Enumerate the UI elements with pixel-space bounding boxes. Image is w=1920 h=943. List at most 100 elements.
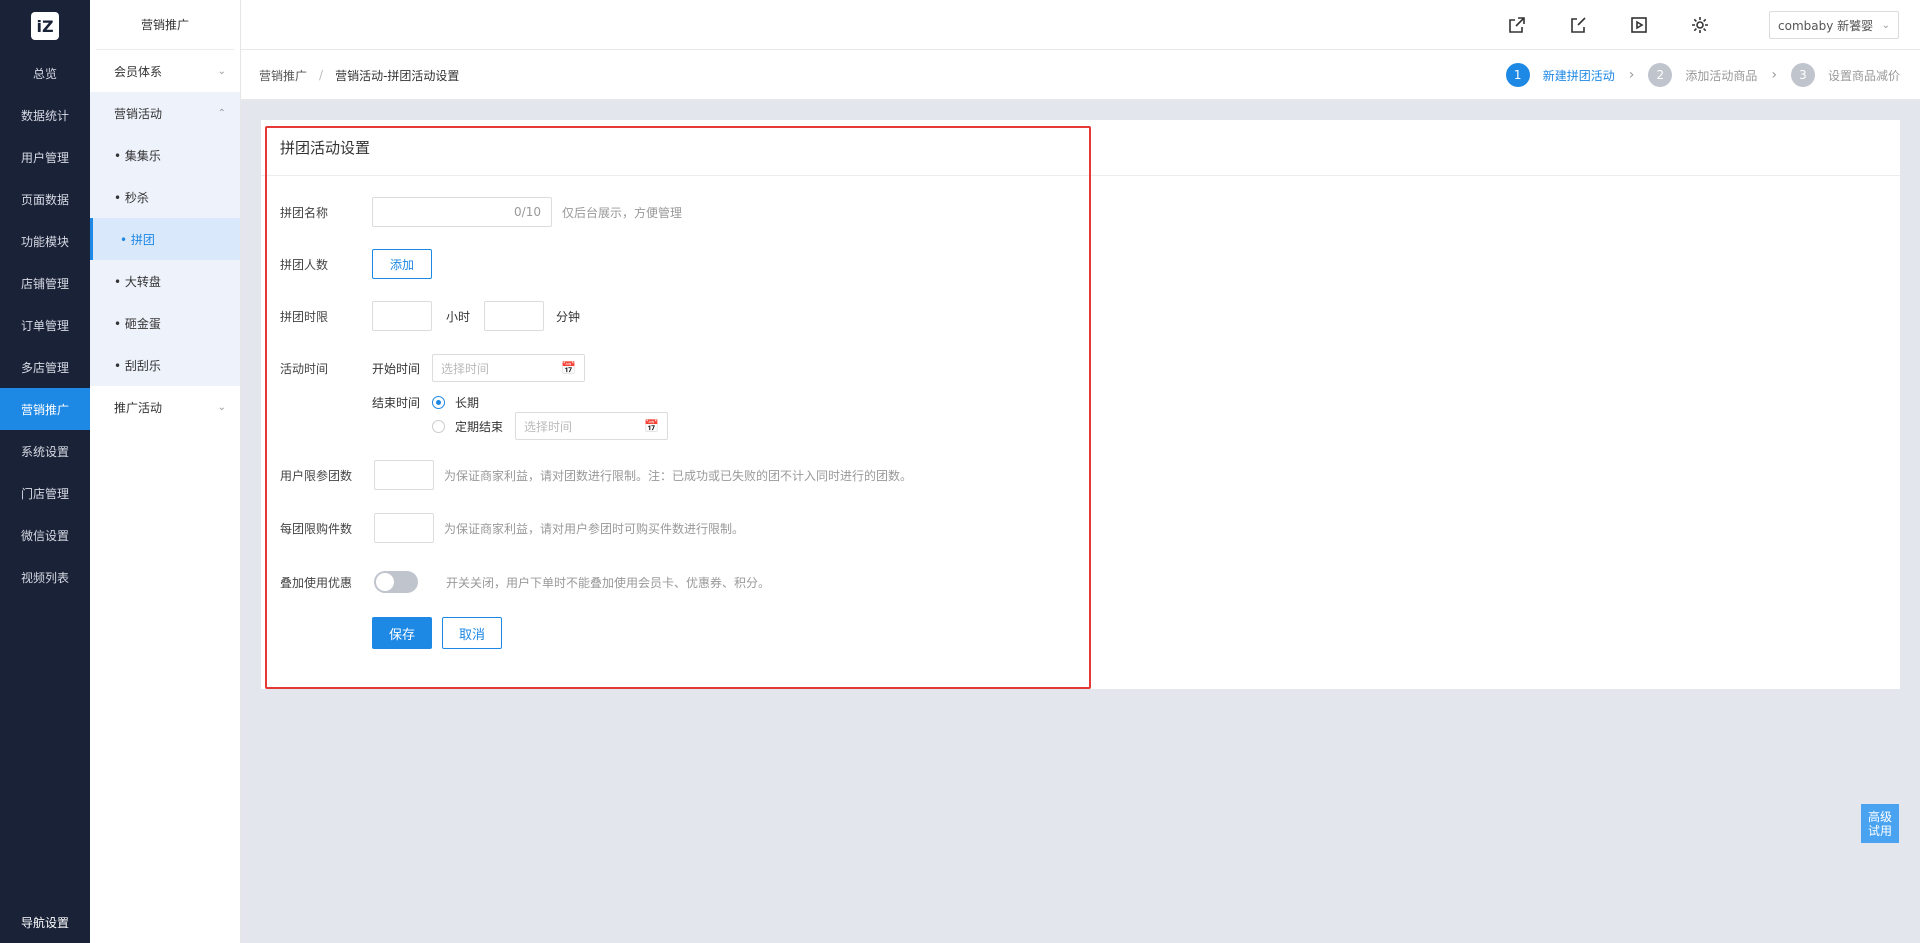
chevron-up-icon: ⌃: [217, 107, 226, 119]
nav-item-shop[interactable]: 店铺管理: [0, 262, 90, 304]
submenu-title: 营销推广: [96, 0, 234, 50]
step-label: 添加活动商品: [1685, 68, 1758, 83]
submenu-activity-label: 营销活动: [114, 106, 163, 121]
name-hint: 仅后台展示，方便管理: [562, 205, 683, 220]
nav-item-modules[interactable]: 功能模块: [0, 220, 90, 262]
chevron-down-icon: ⌄: [217, 65, 226, 77]
submenu-child-golden-egg[interactable]: • 砸金蛋: [90, 302, 240, 344]
breadcrumb-separator: /: [319, 68, 324, 82]
advanced-trial-button[interactable]: 高级 试用: [1861, 804, 1899, 843]
nav-item-users[interactable]: 用户管理: [0, 136, 90, 178]
row-stack: 叠加使用优惠 开关关闭，用户下单时不能叠加使用会员卡、优惠券、积分。: [280, 571, 770, 593]
hours-input[interactable]: [372, 301, 432, 331]
name-counter: 0/10: [514, 205, 541, 219]
limit-label: 拼团时限: [280, 309, 329, 324]
nav-item-orders[interactable]: 订单管理: [0, 304, 90, 346]
step-number: 2: [1648, 63, 1673, 87]
topbar: combaby 新饕婴 ⌄: [241, 0, 1920, 50]
row-time: 活动时间 开始时间 选择时间 📅: [280, 354, 585, 382]
submenu-child-scratch[interactable]: • 刮刮乐: [90, 344, 240, 386]
user-limit-hint: 为保证商家利益，请对团数进行限制。注：已成功或已失败的团不计入同时进行的团数。: [444, 468, 913, 483]
user-limit-input[interactable]: [374, 460, 434, 490]
trial-line-2: 试用: [1867, 823, 1892, 838]
submenu-child-group-buy[interactable]: • 拼团: [90, 218, 240, 260]
user-limit-label: 用户限参团数: [280, 468, 353, 483]
save-button[interactable]: 保存: [372, 617, 432, 649]
submenu-promo[interactable]: 推广活动 ⌄: [90, 386, 240, 428]
buy-limit-hint: 为保证商家利益，请对用户参团时可购买件数进行限制。: [444, 521, 745, 536]
submenu-promo-label: 推广活动: [114, 400, 163, 415]
nav-item-stores[interactable]: 门店管理: [0, 472, 90, 514]
end-fixed-radio[interactable]: [432, 419, 445, 433]
nav-item-wechat[interactable]: 微信设置: [0, 514, 90, 556]
nav-item-stats[interactable]: 数据统计: [0, 94, 90, 136]
name-label: 拼团名称: [280, 205, 329, 220]
play-icon[interactable]: [1628, 14, 1650, 36]
row-actions: 保存 取消: [372, 617, 502, 649]
step-label: 设置商品减价: [1827, 68, 1900, 83]
step-label: 新建拼团活动: [1542, 68, 1615, 83]
calendar-icon: 📅: [644, 419, 660, 433]
end-date-placeholder: 选择时间: [524, 419, 573, 434]
breadcrumb-bar: 营销推广 / 营销活动-拼团活动设置 1 新建拼团活动 › 2 添加活动商品 ›…: [241, 50, 1920, 100]
submenu-member[interactable]: 会员体系 ⌄: [90, 50, 240, 92]
row-limit: 拼团时限 小时 分钟: [280, 301, 580, 331]
minutes-unit: 分钟: [556, 309, 581, 324]
submenu-activity[interactable]: 营销活动 ⌃: [90, 92, 240, 134]
top-icons: combaby 新饕婴 ⌄: [1506, 0, 1899, 50]
row-count: 拼团人数 添加: [280, 249, 432, 279]
row-end-long: 结束时间 长期: [372, 394, 479, 411]
row-name: 拼团名称 0/10 仅后台展示，方便管理: [280, 197, 682, 227]
minutes-input[interactable]: [484, 301, 545, 331]
add-count-button[interactable]: 添加: [372, 249, 432, 279]
breadcrumb-root[interactable]: 营销推广: [259, 67, 307, 84]
submenu: 营销推广 会员体系 ⌄ 营销活动 ⌃ • 集集乐 • 秒杀 • 拼团 • 大转盘…: [90, 0, 241, 943]
external-link-icon[interactable]: [1506, 14, 1528, 36]
chevron-down-icon: ⌄: [217, 401, 226, 413]
nav-item-overview[interactable]: 总览: [0, 52, 90, 94]
step-3: 3 设置商品减价: [1790, 63, 1900, 87]
time-label: 活动时间: [280, 361, 329, 376]
end-long-radio[interactable]: [432, 396, 445, 409]
stack-hint: 开关关闭，用户下单时不能叠加使用会员卡、优惠券、积分。: [446, 575, 771, 590]
advanced-trial-label: 高级 试用: [1868, 810, 1892, 838]
nav-item-page-data[interactable]: 页面数据: [0, 178, 90, 220]
step-2: 2 添加活动商品: [1648, 63, 1757, 87]
hours-unit: 小时: [446, 309, 471, 324]
end-long-label: 长期: [455, 396, 480, 410]
submenu-child-seckill[interactable]: • 秒杀: [90, 176, 240, 218]
start-date-placeholder: 选择时间: [441, 361, 490, 376]
user-select-label: combaby 新饕婴: [1778, 18, 1874, 33]
user-select[interactable]: combaby 新饕婴 ⌄: [1769, 11, 1899, 39]
submenu-child-wheel[interactable]: • 大转盘: [90, 260, 240, 302]
gear-icon[interactable]: [1689, 14, 1711, 36]
row-buy-limit: 每团限购件数 为保证商家利益，请对用户参团时可购买件数进行限制。: [280, 513, 744, 543]
nav-item-multi-shop[interactable]: 多店管理: [0, 346, 90, 388]
cancel-button[interactable]: 取消: [442, 617, 502, 649]
end-fixed-label: 定期结束: [455, 419, 504, 434]
breadcrumb-current: 营销活动-拼团活动设置: [335, 68, 460, 83]
trial-line-1: 高级: [1867, 809, 1892, 824]
end-date-input[interactable]: 选择时间 📅: [515, 412, 669, 440]
submenu-member-label: 会员体系: [114, 64, 163, 79]
chevron-down-icon: ⌄: [1881, 19, 1890, 31]
breadcrumb: 营销推广 / 营销活动-拼团活动设置: [259, 50, 459, 100]
step-number: 3: [1790, 63, 1815, 87]
logo-icon: iZ: [31, 12, 59, 40]
name-input[interactable]: 0/10: [372, 197, 552, 227]
stack-toggle[interactable]: [374, 571, 418, 593]
logo[interactable]: iZ: [0, 0, 90, 52]
chevron-right-icon: ›: [1628, 67, 1635, 83]
left-nav: iZ 总览 数据统计 用户管理 页面数据 功能模块 店铺管理 订单管理 多店管理…: [0, 0, 90, 943]
nav-item-videos[interactable]: 视频列表: [0, 556, 90, 598]
nav-item-system[interactable]: 系统设置: [0, 430, 90, 472]
form-title: 拼团活动设置: [261, 120, 1900, 176]
buy-limit-input[interactable]: [374, 513, 434, 543]
submenu-child-jijile[interactable]: • 集集乐: [90, 134, 240, 176]
start-date-input[interactable]: 选择时间 📅: [432, 354, 585, 382]
nav-item-marketing[interactable]: 营销推广: [0, 388, 90, 430]
buy-limit-label: 每团限购件数: [280, 521, 353, 536]
edit-icon[interactable]: [1567, 14, 1589, 36]
nav-settings-button[interactable]: 导航设置: [0, 901, 90, 943]
count-label: 拼团人数: [280, 257, 329, 272]
